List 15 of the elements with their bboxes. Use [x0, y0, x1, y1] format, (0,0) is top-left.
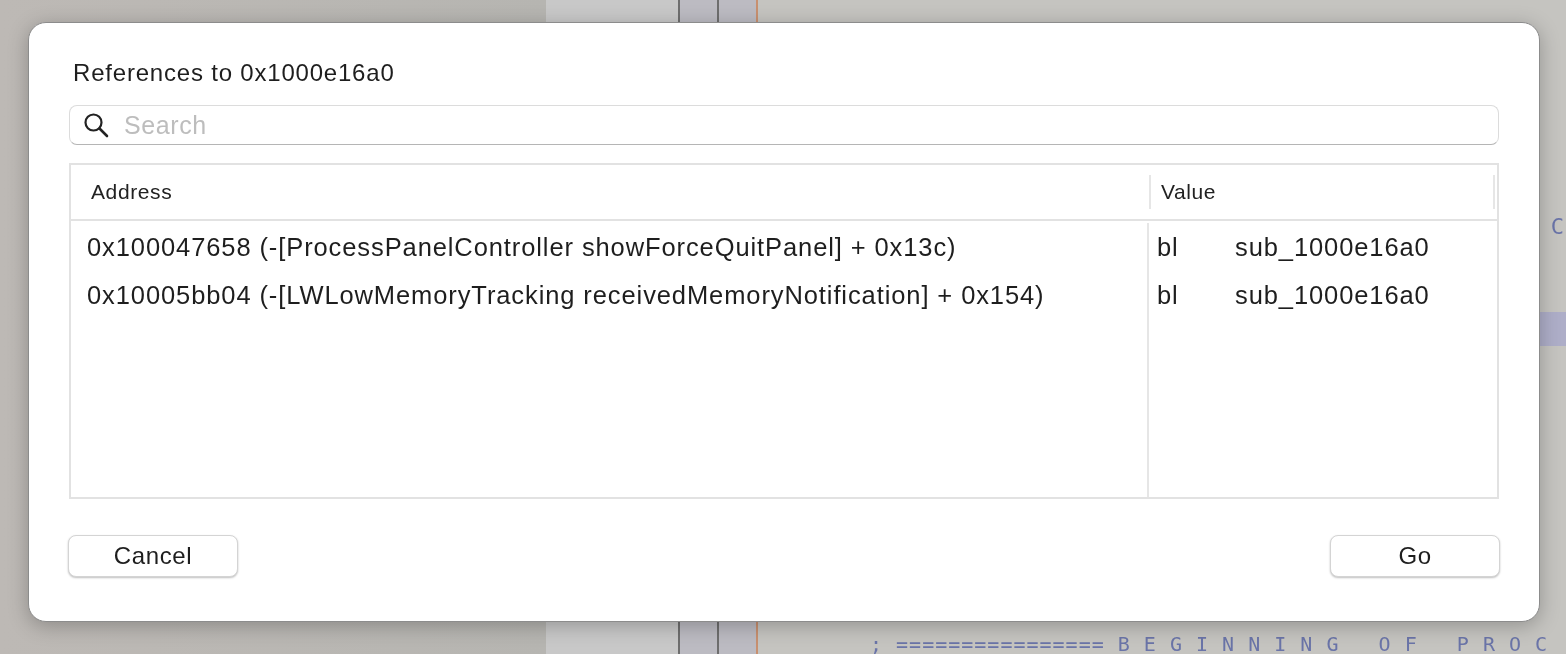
- instruction-cell-text: bl: [1156, 232, 1180, 262]
- instruction-cell-text: bl: [1156, 280, 1180, 310]
- go-button[interactable]: Go: [1330, 535, 1500, 577]
- operand-cell-text: sub_1000e16a0: [1235, 280, 1431, 310]
- address-cell[interactable]: 0x100047658 (-[ProcessPanelController showForceQuitPanel] + 0x13c): [71, 223, 1149, 271]
- column-header[interactable]: Address: [71, 175, 1151, 209]
- cancel-button[interactable]: Cancel: [68, 535, 238, 577]
- code-comment: ; ================ B E G I N N I N G O F P R O C: [870, 632, 1549, 654]
- search-field[interactable]: Search: [69, 105, 1499, 145]
- code-text: C: [1550, 214, 1564, 239]
- dialog-title: References to 0x1000e16a0: [73, 59, 396, 87]
- column-header[interactable]: Value: [1151, 175, 1495, 209]
- search-icon: [83, 112, 109, 138]
- operand-cell-text: sub_1000e16a0: [1235, 232, 1431, 262]
- address-cell[interactable]: 0x10005bb04 (-[LWLowMemoryTracking receivedMemoryNotification] + 0x154): [71, 271, 1149, 319]
